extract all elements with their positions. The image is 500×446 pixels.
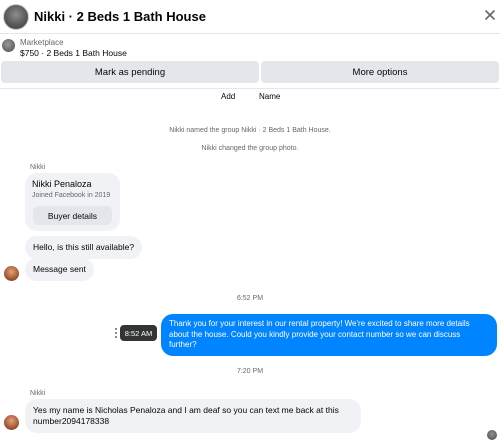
- message-bubble[interactable]: Message sent: [25, 258, 94, 281]
- system-message: Nikki changed the group photo.: [201, 145, 299, 152]
- message-bubble[interactable]: Hello, is this still available?: [25, 236, 143, 259]
- divider: [0, 88, 500, 89]
- sender-avatar[interactable]: [4, 266, 19, 281]
- buyer-profile-card: Nikki Penaloza Joined Facebook in 2019 B…: [25, 173, 120, 231]
- more-options-button[interactable]: More options: [261, 61, 499, 83]
- group-avatar[interactable]: [3, 3, 29, 30]
- chat-title[interactable]: Nikki · 2 Beds 1 Bath House: [34, 9, 206, 24]
- sender-name: Nikki: [30, 164, 46, 171]
- name-link[interactable]: Name: [259, 92, 280, 101]
- sender-name: Nikki: [30, 390, 46, 397]
- message-bubble[interactable]: Yes my name is Nicholas Penaloza and I a…: [25, 399, 361, 433]
- outgoing-message-bubble[interactable]: Thank you for your interest in our renta…: [161, 314, 497, 356]
- time-tooltip: 8:52 AM: [120, 325, 157, 341]
- chat-header: Nikki · 2 Beds 1 Bath House: [0, 0, 500, 34]
- seen-avatar: [487, 430, 497, 440]
- timestamp: 7:20 PM: [236, 368, 264, 375]
- more-dots-icon[interactable]: [114, 328, 118, 338]
- buyer-joined: Joined Facebook in 2019: [32, 192, 111, 199]
- add-link[interactable]: Add: [221, 92, 235, 101]
- mark-as-pending-button[interactable]: Mark as pending: [1, 61, 259, 83]
- timestamp: 6:52 PM: [236, 295, 264, 302]
- system-message: Nikki named the group Nikki · 2 Beds 1 B…: [169, 127, 331, 134]
- buyer-name: Nikki Penaloza: [32, 179, 92, 189]
- close-icon[interactable]: [482, 7, 498, 23]
- listing-thumbnail: [2, 39, 15, 52]
- listing-title: $750 · 2 Beds 1 Bath House: [20, 48, 127, 58]
- sender-avatar[interactable]: [4, 415, 19, 430]
- marketplace-label: Marketplace: [20, 38, 64, 47]
- marketplace-listing[interactable]: Marketplace $750 · 2 Beds 1 Bath House: [0, 36, 500, 60]
- buyer-details-button[interactable]: Buyer details: [33, 206, 112, 225]
